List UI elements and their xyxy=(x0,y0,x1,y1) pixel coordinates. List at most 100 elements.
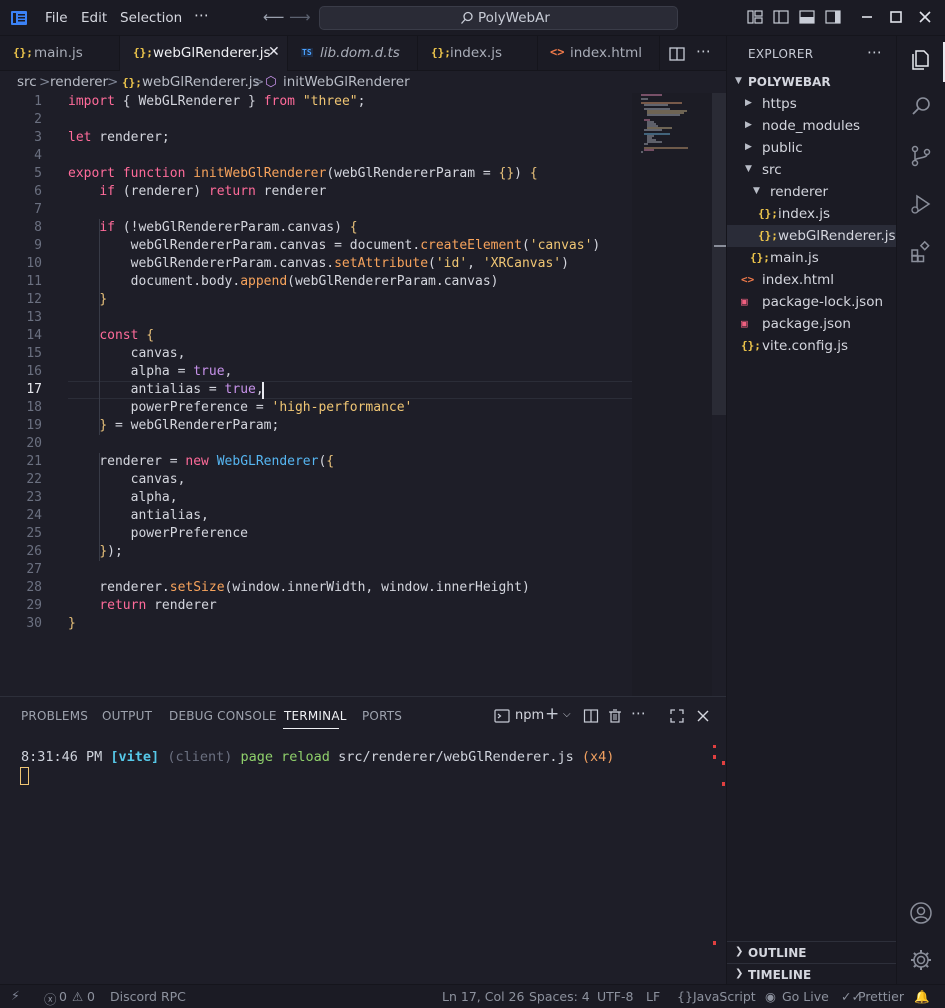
code-line: 2 xyxy=(34,112,42,127)
cursor-position[interactable]: Ln 17, Col 26 xyxy=(442,989,524,1004)
customize-layout-icon[interactable] xyxy=(746,8,764,26)
search-icon[interactable] xyxy=(909,94,933,118)
toggle-secondary-sidebar-icon[interactable] xyxy=(824,8,842,26)
tree-item-index-js[interactable]: {}; index.js xyxy=(727,203,897,225)
terminal-output-line: 8:31:46 PM [vite] (client) page reload s… xyxy=(21,749,615,765)
panel-tab-problems[interactable]: PROBLEMS xyxy=(21,709,88,723)
tree-item-index-html[interactable]: <> index.html xyxy=(727,269,897,291)
warnings-count[interactable]: 0 xyxy=(87,989,95,1004)
more-actions-icon[interactable]: ⋯ xyxy=(631,704,646,722)
trash-icon[interactable] xyxy=(607,708,623,724)
menu-edit[interactable]: Edit xyxy=(81,10,107,26)
warnings-icon[interactable]: ⚠ xyxy=(72,989,83,1004)
panel-tab-output[interactable]: OUTPUT xyxy=(102,709,152,723)
language-mode[interactable]: JavaScript xyxy=(693,989,756,1004)
tree-item-package-json[interactable]: ▣ package.json xyxy=(727,313,897,335)
breadcrumb-separator: > xyxy=(107,74,119,90)
tab-main-js[interactable]: {}; main.js xyxy=(0,36,120,71)
menu-file[interactable]: File xyxy=(45,10,68,26)
settings-gear-icon[interactable] xyxy=(909,948,933,972)
code-line: 23 alpha, xyxy=(26,490,178,505)
toggle-panel-icon[interactable] xyxy=(798,8,816,26)
run-debug-icon[interactable] xyxy=(909,192,933,216)
terminal-shell-name[interactable]: npm xyxy=(515,708,544,723)
new-terminal-icon[interactable]: + xyxy=(545,704,559,724)
chevron-right-icon: ▶ xyxy=(745,98,752,108)
split-terminal-icon[interactable] xyxy=(583,708,599,724)
errors-count[interactable]: 0 xyxy=(59,989,67,1004)
braces-icon: {} xyxy=(677,989,693,1004)
menu-selection[interactable]: Selection xyxy=(120,10,182,26)
tab-webglrenderer-js[interactable]: {}; webGlRenderer.js ✕ xyxy=(120,36,288,71)
panel-tab-terminal[interactable]: TERMINAL xyxy=(284,709,347,723)
code-line: 5 export function initWebGlRenderer(webGl… xyxy=(34,166,538,181)
explorer-files-icon[interactable] xyxy=(909,48,933,72)
breadcrumb-renderer[interactable]: renderer xyxy=(50,74,108,90)
chevron-right-icon: ❯ xyxy=(735,946,744,957)
prettier-status[interactable]: Prettier xyxy=(858,989,904,1004)
activity-bar xyxy=(896,36,945,984)
account-icon[interactable] xyxy=(909,901,933,925)
arrow-right-icon[interactable]: ⟶ xyxy=(289,8,311,26)
breadcrumb-src[interactable]: src xyxy=(17,74,37,90)
discord-rpc-status[interactable]: Discord RPC xyxy=(110,989,186,1004)
tab-lib-dom-d-ts[interactable]: TS lib.dom.d.ts xyxy=(288,36,418,71)
split-editor-icon[interactable] xyxy=(668,45,686,63)
more-actions-icon[interactable]: ⋯ xyxy=(696,42,711,60)
vscode-logo-icon[interactable] xyxy=(10,9,28,27)
more-actions-icon[interactable]: ⋯ xyxy=(867,43,882,61)
notifications-bell-icon[interactable]: 🔔 xyxy=(914,989,930,1005)
extensions-icon[interactable] xyxy=(909,240,933,264)
close-tab-icon[interactable]: ✕ xyxy=(268,44,280,60)
command-center-search[interactable]: PolyWebAr xyxy=(319,6,678,30)
maximize-panel-icon[interactable] xyxy=(669,708,685,724)
close-window-icon[interactable] xyxy=(916,8,934,26)
tree-item-renderer[interactable]: ▼ renderer xyxy=(727,181,897,203)
tree-item-https[interactable]: ▶ https xyxy=(727,93,897,115)
breadcrumb-file[interactable]: webGlRenderer.js xyxy=(142,74,260,90)
tree-root-polywebar[interactable]: ▼ POLYWEBAR xyxy=(727,71,897,93)
go-live-button[interactable]: Go Live xyxy=(782,989,829,1004)
tree-item-node-modules[interactable]: ▶ node_modules xyxy=(727,115,897,137)
tree-item-main-js[interactable]: {}; main.js xyxy=(727,247,897,269)
arrow-left-icon[interactable]: ⟵ xyxy=(263,8,285,26)
chevron-down-icon[interactable]: ⌵ xyxy=(563,709,571,720)
errors-icon[interactable]: ⓧ xyxy=(44,989,57,1008)
maximize-icon[interactable] xyxy=(887,8,905,26)
code-editor[interactable]: 1 import { WebGLRenderer } from "three"; … xyxy=(0,93,726,696)
js-file-icon: {}; xyxy=(758,229,778,242)
code-line: 10 webGlRendererParam.canvas.setAttribut… xyxy=(26,256,569,271)
js-file-icon: {}; xyxy=(750,251,770,264)
code-line: 11 document.body.append(webGlRendererPar… xyxy=(26,274,499,289)
tree-item-webglrenderer-js[interactable]: {}; webGlRenderer.js xyxy=(727,225,897,247)
code-line: 3 let renderer; xyxy=(34,130,170,145)
tab-index-js[interactable]: {}; index.js xyxy=(418,36,538,71)
panel-tab-debug-console[interactable]: DEBUG CONSOLE xyxy=(169,709,277,723)
tree-item-src[interactable]: ▼ src xyxy=(727,159,897,181)
tree-item-public[interactable]: ▶ public xyxy=(727,137,897,159)
tree-item-package-lock-json[interactable]: ▣ package-lock.json xyxy=(727,291,897,313)
minimize-icon[interactable] xyxy=(858,8,876,26)
code-line: 4 xyxy=(34,148,42,163)
minimap[interactable] xyxy=(632,93,712,696)
indentation[interactable]: Spaces: 4 xyxy=(529,989,590,1004)
panel-tab-ports[interactable]: PORTS xyxy=(362,709,402,723)
code-line: 18 powerPreference = 'high-performance' xyxy=(26,400,413,415)
breadcrumb-symbol[interactable]: initWebGlRenderer xyxy=(283,74,410,90)
chevron-right-icon: ▶ xyxy=(745,142,752,152)
tree-item-vite-config-js[interactable]: {}; vite.config.js xyxy=(727,335,897,357)
editor-scrollbar-thumb[interactable] xyxy=(712,93,726,415)
close-panel-icon[interactable] xyxy=(695,708,711,724)
remote-icon[interactable]: ⚡ xyxy=(11,988,20,1003)
toggle-primary-sidebar-icon[interactable] xyxy=(772,8,790,26)
section-outline[interactable]: ❯ OUTLINE xyxy=(727,941,897,963)
tab-index-html[interactable]: <> index.html xyxy=(538,36,660,71)
encoding[interactable]: UTF-8 xyxy=(597,989,633,1004)
line-ending[interactable]: LF xyxy=(646,989,660,1004)
source-control-icon[interactable] xyxy=(909,144,933,168)
terminal-scroll-marker xyxy=(722,782,725,786)
tab-label: lib.dom.d.ts xyxy=(320,45,400,61)
section-timeline[interactable]: ❯ TIMELINE xyxy=(727,963,897,985)
code-area[interactable]: 1 import { WebGLRenderer } from "three"; … xyxy=(0,93,632,696)
menu-more-icon[interactable]: ⋯ xyxy=(194,6,209,24)
